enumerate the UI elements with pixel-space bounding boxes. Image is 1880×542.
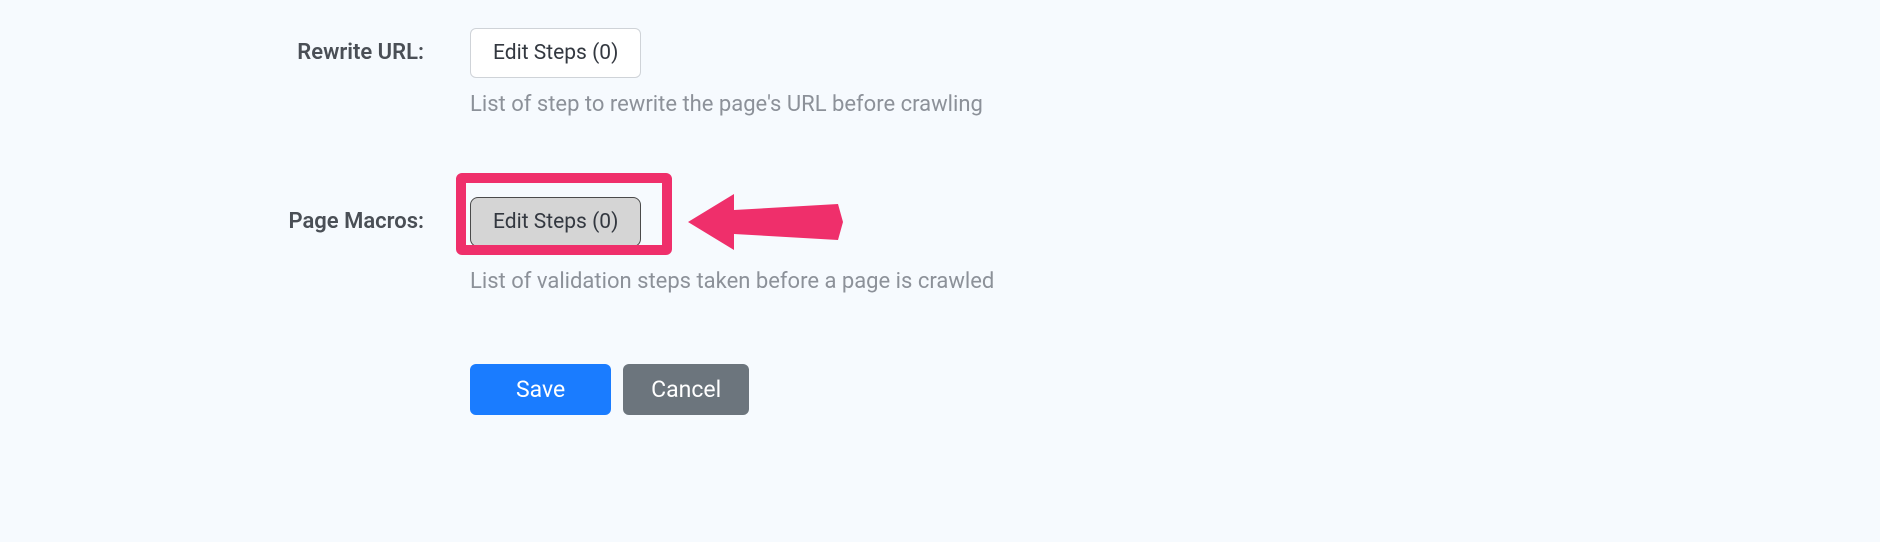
field-page-macros: Page Macros: Edit Steps (0) List of vali… bbox=[0, 185, 1880, 294]
edit-steps-page-macros-button[interactable]: Edit Steps (0) bbox=[470, 197, 641, 247]
cancel-button[interactable]: Cancel bbox=[623, 364, 749, 415]
action-buttons: Save Cancel bbox=[470, 364, 1880, 415]
control-col-page-macros: Edit Steps (0) List of validation steps … bbox=[470, 185, 1880, 294]
field-rewrite-url: Rewrite URL: Edit Steps (0) List of step… bbox=[0, 28, 1880, 117]
label-page-macros: Page Macros: bbox=[0, 185, 470, 234]
help-page-macros: List of validation steps taken before a … bbox=[470, 269, 1880, 294]
control-col-rewrite-url: Edit Steps (0) List of step to rewrite t… bbox=[470, 28, 1880, 117]
save-button[interactable]: Save bbox=[470, 364, 611, 415]
edit-steps-rewrite-button[interactable]: Edit Steps (0) bbox=[470, 28, 641, 78]
help-rewrite-url: List of step to rewrite the page's URL b… bbox=[470, 92, 1880, 117]
action-row: Save Cancel bbox=[0, 364, 1880, 415]
label-rewrite-url: Rewrite URL: bbox=[0, 28, 470, 65]
